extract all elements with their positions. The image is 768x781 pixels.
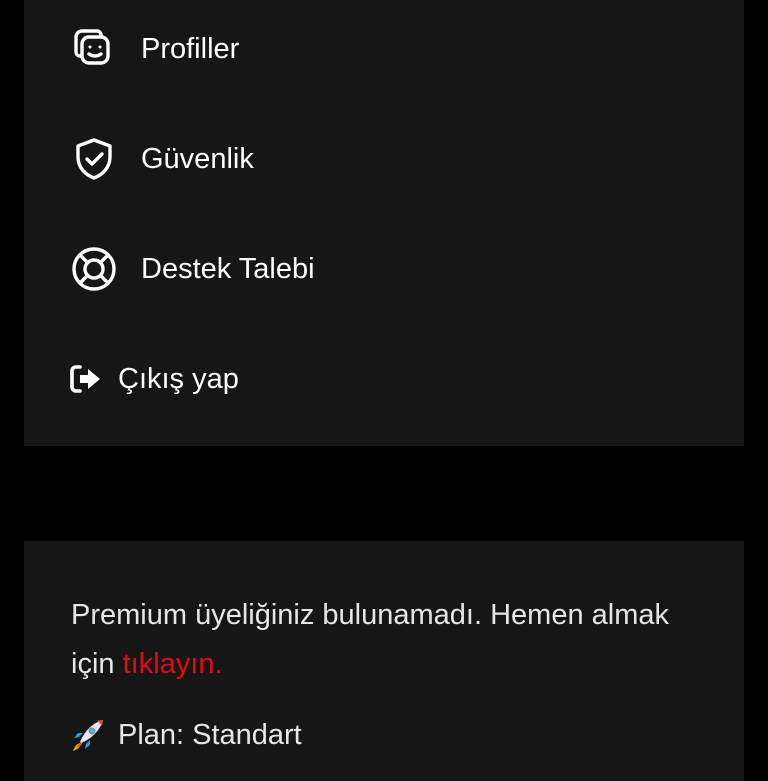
menu-item-label: Profiller xyxy=(141,32,240,65)
premium-message: Premium üyeliğiniz bulunamadı. Hemen alm… xyxy=(71,591,671,689)
lifebuoy-icon xyxy=(70,245,118,293)
logout-icon xyxy=(68,361,104,397)
plan-value: Standart xyxy=(192,718,302,751)
menu-item-label: Çıkış yap xyxy=(118,362,239,395)
premium-card: Premium üyeliğiniz bulunamadı. Hemen alm… xyxy=(24,541,744,781)
rocket-icon xyxy=(70,717,106,753)
menu-item-logout[interactable]: Çıkış yap xyxy=(24,324,744,434)
shield-check-icon xyxy=(70,135,118,183)
account-menu: Profiller Güvenlik Destek Talebi Çıkış y… xyxy=(24,0,744,446)
menu-item-profiles[interactable]: Profiller xyxy=(24,0,744,104)
menu-item-label: Destek Talebi xyxy=(141,252,315,285)
plan-row: Plan: Standart xyxy=(70,715,302,755)
menu-item-security[interactable]: Güvenlik xyxy=(24,104,744,214)
plan-label: Plan: xyxy=(118,718,185,751)
premium-link[interactable]: tıklayın. xyxy=(123,648,223,680)
menu-item-support[interactable]: Destek Talebi xyxy=(24,214,744,324)
profiles-icon xyxy=(70,25,118,73)
menu-item-label: Güvenlik xyxy=(141,142,254,175)
